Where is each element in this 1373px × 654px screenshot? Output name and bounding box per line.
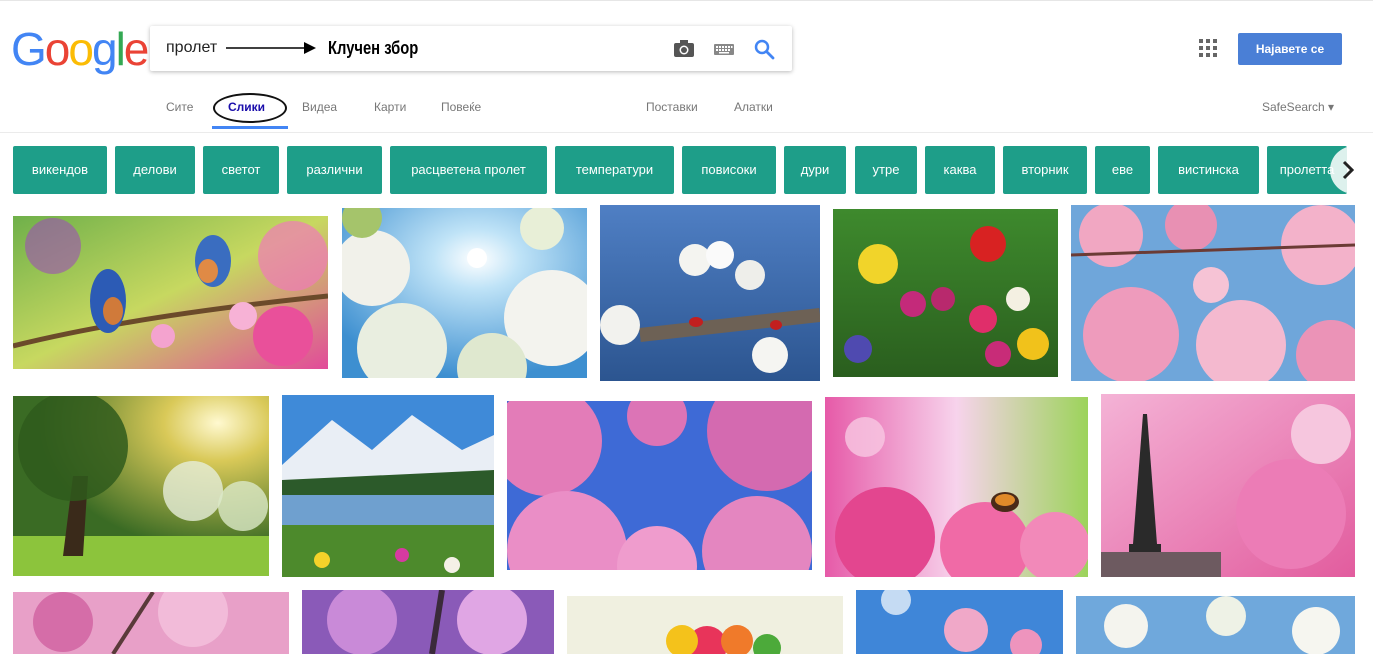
related-chip[interactable]: вторник [1003,146,1087,194]
logo-letter: o [44,23,71,75]
related-chip[interactable]: расцветена пролет [390,146,547,194]
image-result[interactable] [507,401,812,570]
image-result[interactable] [302,590,554,654]
image-result[interactable] [13,396,269,576]
keyword-annotation: Клучен збор [328,38,419,58]
settings-link[interactable]: Поставки [646,100,698,114]
related-chip[interactable]: дури [784,146,846,194]
related-chip[interactable]: температури [555,146,674,194]
search-icon[interactable] [752,37,776,61]
thumbnail-image [282,395,494,577]
thumbnail-image [1076,596,1355,654]
image-result[interactable] [567,596,843,654]
header-divider [0,132,1373,133]
thumbnail-image [342,208,587,378]
image-result[interactable] [13,592,289,654]
active-tab-underline [212,126,288,129]
thumbnail-image [507,401,812,570]
related-chip[interactable]: светот [203,146,279,194]
keyboard-icon[interactable] [712,37,736,61]
thumbnail-image [825,397,1088,577]
image-result[interactable] [282,395,494,577]
thumbnail-image [600,205,820,381]
related-chip[interactable]: викендов [13,146,107,194]
image-result[interactable] [833,209,1058,377]
logo-letter: g [91,23,118,75]
related-chip[interactable]: различни [287,146,382,194]
arrow-annotation-icon [226,42,316,54]
image-result[interactable] [600,205,820,381]
related-chip[interactable]: утре [855,146,917,194]
tab-maps[interactable]: Карти [374,100,406,114]
image-result[interactable] [1076,596,1355,654]
logo-letter: o [68,23,94,75]
image-result[interactable] [342,208,587,378]
google-logo[interactable]: Google [11,22,150,76]
chevron-right-icon [1342,160,1354,180]
related-chip[interactable]: еве [1095,146,1150,194]
image-result[interactable] [856,590,1063,654]
tools-link[interactable]: Алатки [734,100,773,114]
tab-videos[interactable]: Видеа [302,100,337,114]
logo-letter: e [123,23,150,75]
thumbnail-image [13,216,328,369]
camera-icon[interactable] [672,37,696,61]
logo-letter: l [115,23,126,75]
related-chip[interactable]: каква [925,146,995,194]
image-result[interactable] [825,397,1088,577]
thumbnail-image [13,396,269,576]
safesearch-dropdown[interactable]: SafeSearch ▾ [1262,100,1334,114]
image-result[interactable] [13,216,328,369]
thumbnail-image [1071,205,1355,381]
search-input[interactable]: пролет [166,39,217,57]
thumbnail-image [567,596,843,654]
related-chip[interactable]: вистинска [1158,146,1259,194]
related-chip[interactable]: делови [115,146,195,194]
image-result[interactable] [1071,205,1355,381]
thumbnail-image [1101,394,1355,577]
image-result[interactable] [1101,394,1355,577]
thumbnail-image [833,209,1058,377]
tab-more[interactable]: Повеќе [441,100,481,114]
thumbnail-image [856,590,1063,654]
top-border [0,0,1373,1]
tab-all[interactable]: Сите [166,100,193,114]
signin-button[interactable]: Најавете се [1238,33,1342,65]
logo-letter: G [11,23,47,75]
thumbnail-image [13,592,289,654]
related-chip[interactable]: повисоки [682,146,776,194]
search-box[interactable]: пролет Клучен збор [150,26,792,71]
thumbnail-image [302,590,554,654]
tab-images[interactable]: Слики [228,100,265,114]
apps-grid-icon[interactable] [1198,38,1218,58]
